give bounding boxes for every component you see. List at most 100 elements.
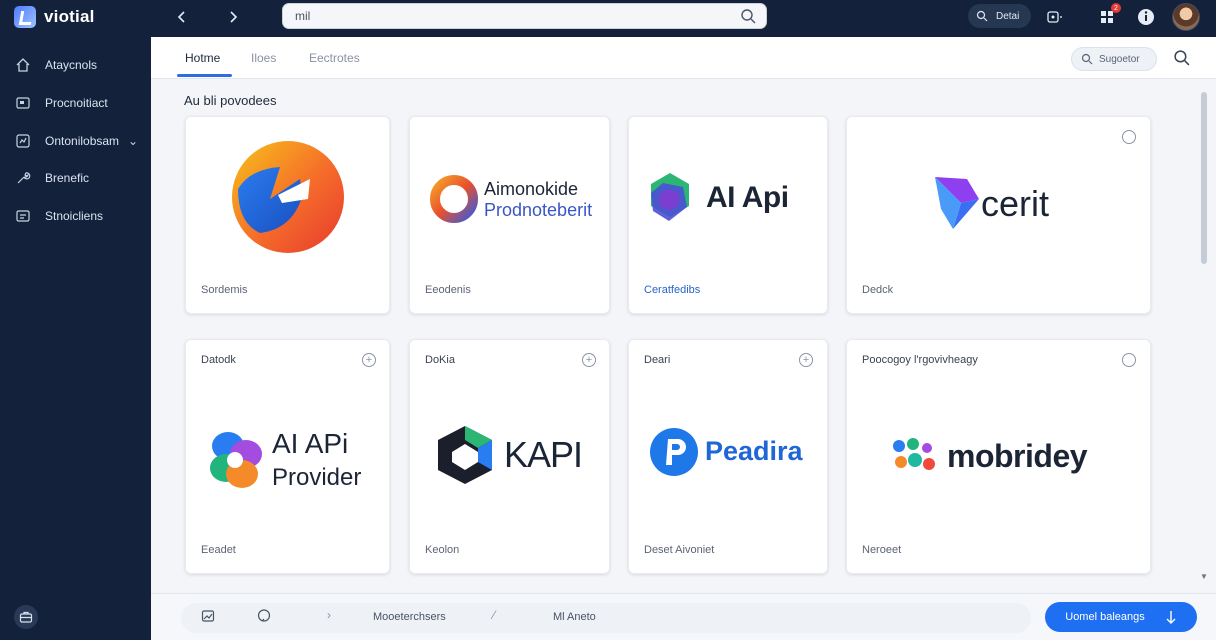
chat-icon[interactable] <box>257 609 271 623</box>
info-button[interactable] <box>1135 6 1157 28</box>
sidebar-item-label: Ontonilobsam <box>45 134 120 148</box>
search-icon[interactable] <box>740 8 756 29</box>
media-button[interactable] <box>1044 6 1066 28</box>
card-top-label: DoKia <box>425 354 455 366</box>
wrench-icon <box>15 170 31 186</box>
search-icon <box>976 10 988 22</box>
image-icon[interactable] <box>201 609 215 623</box>
top-bar: mil Detai 2 <box>151 0 1216 37</box>
user-avatar[interactable] <box>1172 3 1200 31</box>
search-icon <box>1081 53 1093 65</box>
briefcase-icon <box>19 611 33 623</box>
sidebar-item-label: Brenefic <box>45 171 90 185</box>
select-radio[interactable] <box>1122 130 1136 144</box>
provider-card[interactable]: Deari + Peadira Deset Aivoniet <box>628 339 828 574</box>
edit-icon[interactable]: ⁄ <box>493 608 495 622</box>
logo-text: mobridey <box>947 438 1088 474</box>
logo-text: Aimonokide <box>484 179 579 199</box>
scrollbar-thumb[interactable] <box>1201 92 1207 264</box>
sidebar-item-products[interactable]: Procnoitiact <box>0 85 151 121</box>
card-label: Eeadet <box>201 544 236 556</box>
briefcase-button[interactable] <box>14 605 38 629</box>
dots-logo-icon <box>893 438 935 470</box>
provider-card[interactable]: AI Api Ceratfedibs <box>628 116 828 314</box>
swirl-v-logo-icon <box>232 141 344 253</box>
logo-text-secondary: Prodnoteberit <box>484 200 593 220</box>
petal-logo-icon <box>210 432 262 488</box>
sidebar-item-settings[interactable]: Stnoicliens <box>0 198 151 234</box>
provider-card[interactable]: Datodk + AI APi Provider Eeadet <box>185 339 390 574</box>
logo-text: cerit <box>981 183 1050 224</box>
cube-logo-icon <box>935 177 979 229</box>
search-input[interactable]: mil <box>282 3 767 29</box>
chevron-right-icon[interactable]: › <box>327 608 331 622</box>
sidebar-item-home[interactable]: Ataycnols <box>0 47 151 83</box>
sidebar-item-analytics[interactable]: Ontonilobsam ⌄ <box>0 123 151 159</box>
primary-action-button[interactable]: Uomel baleangs <box>1045 602 1197 632</box>
add-icon[interactable]: + <box>799 353 813 367</box>
home-icon <box>15 57 31 73</box>
logo-text-secondary: Provider <box>272 464 362 491</box>
logo-text: AI Api <box>706 181 789 214</box>
provider-card[interactable]: Aimonokide Prodnoteberit Eeodenis <box>409 116 610 314</box>
card-label: Dedck <box>862 284 894 296</box>
hexagon-logo-icon <box>438 426 492 484</box>
sidebar-item-label: Ataycnols <box>45 58 98 72</box>
scroll-down-icon[interactable]: ▼ <box>1200 572 1208 581</box>
app-window: viotial Ataycnols Procnoitiact Ontonilob… <box>0 0 1216 640</box>
card-label: Keolon <box>425 544 460 556</box>
detail-search-pill[interactable]: Detai <box>968 4 1031 28</box>
ring-logo-icon <box>430 175 478 223</box>
brand[interactable]: viotial <box>14 6 95 28</box>
forward-button[interactable] <box>223 7 243 27</box>
brand-name: viotial <box>44 7 95 26</box>
media-icon <box>1047 11 1062 23</box>
suggest-button[interactable]: Sugoetor <box>1071 47 1157 71</box>
back-button[interactable] <box>172 7 192 27</box>
apps-button[interactable]: 2 <box>1096 3 1121 28</box>
button-label: Uomel baleangs <box>1065 611 1145 623</box>
provider-card[interactable]: Poocogoy l'rgovivheagy mobridey Neroeet <box>846 339 1151 574</box>
search-icon[interactable] <box>1173 49 1190 71</box>
tab-likes[interactable]: Iloes <box>251 51 276 65</box>
tabs-bar: Hotme Iloes Eectrotes Sugoetor <box>151 37 1216 79</box>
sidebar-item-label: Stnoicliens <box>45 209 104 223</box>
arrow-left-icon <box>177 11 185 23</box>
add-icon[interactable]: + <box>362 353 376 367</box>
section-title: Au bli povodees <box>184 93 277 108</box>
tab-home[interactable]: Hotme <box>185 51 220 65</box>
card-icon <box>15 95 31 111</box>
card-top-label: Datodk <box>201 354 236 366</box>
provider-card[interactable]: DoKia + KAPI Keolon <box>409 339 610 574</box>
provider-card[interactable]: cerit Dedck <box>846 116 1151 314</box>
list-icon <box>15 208 31 224</box>
arrow-icon <box>1166 611 1176 624</box>
hex-cluster-logo-icon <box>651 173 689 221</box>
chevron-down-icon[interactable]: ⌄ <box>128 134 138 148</box>
card-label: Neroeet <box>862 544 902 556</box>
bottom-item[interactable]: Ml Aneto <box>553 611 596 623</box>
bottom-item[interactable]: Mooeterchsers <box>373 611 446 623</box>
card-top-label: Poocogoy l'rgovivheagy <box>862 354 978 366</box>
pill-label: Detai <box>996 10 1020 22</box>
chart-icon <box>15 133 31 149</box>
select-radio[interactable] <box>1122 353 1136 367</box>
info-icon <box>1138 9 1154 25</box>
sidebar: viotial Ataycnols Procnoitiact Ontonilob… <box>0 0 151 640</box>
p-circle-logo-icon <box>650 428 698 476</box>
search-value: mil <box>295 9 311 23</box>
card-label: Deset Aivoniet <box>644 544 715 556</box>
tab-favorites[interactable]: Eectrotes <box>309 51 360 65</box>
provider-card[interactable]: Sordemis <box>185 116 390 314</box>
notification-badge: 2 <box>1111 3 1121 13</box>
sidebar-item-label: Procnoitiact <box>45 96 108 110</box>
add-icon[interactable]: + <box>582 353 596 367</box>
card-label: Sordemis <box>201 284 248 296</box>
sidebar-item-benefits[interactable]: Brenefic <box>0 160 151 196</box>
brand-logo-icon <box>14 6 36 28</box>
bottom-bar: › Mooeterchsers ⁄ Ml Aneto Uomel baleang… <box>151 593 1216 640</box>
logo-text: Peadira <box>705 436 803 466</box>
logo-text: AI APi <box>272 428 349 459</box>
main-content: Hotme Iloes Eectrotes Sugoetor Au bli po… <box>151 37 1216 640</box>
active-tab-indicator <box>177 74 232 77</box>
